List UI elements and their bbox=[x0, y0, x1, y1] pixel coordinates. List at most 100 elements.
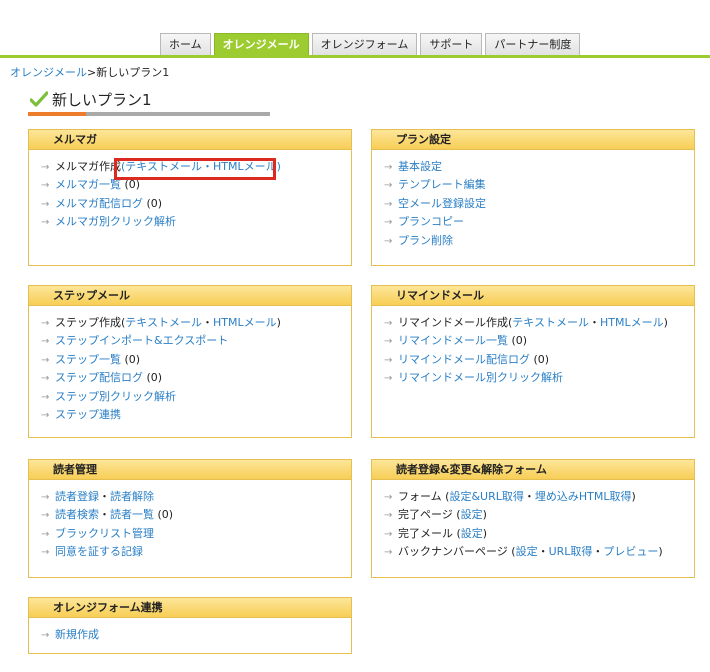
panel-title: メルマガ bbox=[29, 130, 351, 150]
merumaga-click-link[interactable]: メルマガ別クリック解析 bbox=[55, 215, 176, 228]
remind-html-mail-link[interactable]: HTMLメール bbox=[600, 316, 664, 329]
list-item: → メルマガ別クリック解析 bbox=[41, 213, 351, 231]
list-item: → ステップ作成(テキストメール・HTMLメール) bbox=[41, 314, 351, 332]
arrow-icon: → bbox=[41, 217, 50, 229]
new-create-link[interactable]: 新規作成 bbox=[55, 628, 99, 641]
step-log-link[interactable]: ステップ配信ログ bbox=[55, 371, 143, 384]
merumaga-list-link[interactable]: メルマガ一覧 bbox=[55, 178, 121, 191]
count: (0) bbox=[146, 371, 163, 385]
plan-delete-link[interactable]: プラン削除 bbox=[398, 234, 453, 247]
arrow-icon: → bbox=[384, 528, 393, 540]
tab-partner[interactable]: パートナー制度 bbox=[485, 33, 581, 55]
arrow-icon: → bbox=[384, 198, 393, 210]
remind-click-link[interactable]: リマインドメール別クリック解析 bbox=[398, 371, 563, 384]
template-edit-link[interactable]: テンプレート編集 bbox=[398, 178, 486, 191]
tab-orange-mail[interactable]: オレンジメール bbox=[213, 33, 309, 55]
count: (0) bbox=[511, 334, 528, 348]
breadcrumb: オレンジメール>新しいプラン1 bbox=[10, 64, 169, 80]
tab-home[interactable]: ホーム bbox=[160, 33, 211, 55]
breadcrumb-root-link[interactable]: オレンジメール bbox=[10, 66, 87, 79]
arrow-icon: → bbox=[384, 510, 393, 522]
step-link-link[interactable]: ステップ連携 bbox=[55, 408, 121, 421]
list-item: → フォーム (設定&URL取得・埋め込みHTML取得) bbox=[384, 488, 694, 506]
arrow-icon: → bbox=[384, 162, 393, 173]
list-item: → 完了ページ (設定) bbox=[384, 506, 694, 524]
arrow-icon: → bbox=[41, 318, 50, 329]
merumaga-log-link[interactable]: メルマガ配信ログ bbox=[55, 197, 143, 210]
separator-dot: ・ bbox=[201, 316, 213, 329]
arrow-icon: → bbox=[41, 198, 50, 210]
list-item: → 読者登録・読者解除 bbox=[41, 488, 351, 506]
remind-list-link[interactable]: リマインドメール一覧 bbox=[398, 334, 508, 347]
paren: ) bbox=[482, 526, 488, 540]
done-page-label: 完了ページ bbox=[398, 508, 453, 522]
list-item: → ブラックリスト管理 bbox=[41, 525, 351, 543]
list-item: → ステップ別クリック解析 bbox=[41, 388, 351, 406]
separator-dot: ・ bbox=[523, 490, 535, 503]
arrow-icon: → bbox=[384, 547, 393, 559]
arrow-icon: → bbox=[384, 492, 393, 503]
step-list-link[interactable]: ステップ一覧 bbox=[55, 353, 121, 366]
arrow-icon: → bbox=[41, 492, 50, 503]
step-click-link[interactable]: ステップ別クリック解析 bbox=[55, 390, 176, 403]
done-mail-settings-link[interactable]: 設定 bbox=[461, 527, 483, 540]
backnumber-preview-link[interactable]: プレビュー bbox=[603, 545, 658, 558]
list-item: → ステップインポート&エクスポート bbox=[41, 332, 351, 350]
list-item: → リマインドメール一覧 (0) bbox=[384, 332, 694, 350]
list-item: → ステップ配信ログ (0) bbox=[41, 369, 351, 387]
arrow-icon: → bbox=[41, 336, 50, 348]
backnumber-url-link[interactable]: URL取得 bbox=[549, 545, 593, 558]
panel-title: プラン設定 bbox=[372, 130, 694, 150]
done-page-settings-link[interactable]: 設定 bbox=[461, 508, 483, 521]
panel-title: ステップメール bbox=[29, 286, 351, 306]
panel-reader-management: 読者管理 → 読者登録・読者解除 → 読者検索・読者一覧 (0) → ブラックリスト管… bbox=[28, 459, 352, 578]
arrow-icon: → bbox=[41, 630, 50, 641]
tab-orange-form[interactable]: オレンジフォーム bbox=[311, 33, 418, 55]
form-embed-link[interactable]: 埋め込みHTML取得 bbox=[535, 490, 632, 503]
count: (0) bbox=[533, 352, 550, 366]
reader-cancel-link[interactable]: 読者解除 bbox=[110, 490, 154, 503]
remind-log-link[interactable]: リマインドメール配信ログ bbox=[398, 353, 530, 366]
arrow-icon: → bbox=[41, 528, 50, 540]
arrow-icon: → bbox=[384, 217, 393, 229]
list-item: → 読者検索・読者一覧 (0) bbox=[41, 506, 351, 524]
count: (0) bbox=[146, 196, 163, 210]
amp: & bbox=[471, 490, 481, 503]
consent-record-link[interactable]: 同意を証する記録 bbox=[55, 545, 143, 558]
reader-search-link[interactable]: 読者検索 bbox=[55, 508, 99, 521]
separator-dot: ・ bbox=[588, 316, 600, 329]
tab-support[interactable]: サポート bbox=[420, 33, 483, 55]
reader-register-link[interactable]: 読者登録 bbox=[55, 490, 99, 503]
paren: ) bbox=[663, 316, 668, 329]
paren: ) bbox=[482, 508, 487, 522]
panel-remind-mail: リマインドメール → リマインドメール作成(テキストメール・HTMLメール) → リ… bbox=[371, 285, 695, 438]
step-text-mail-link[interactable]: テキストメール bbox=[125, 316, 202, 329]
title-underline bbox=[28, 112, 270, 116]
reader-list-link[interactable]: 読者一覧 bbox=[110, 508, 154, 521]
step-import-export-link[interactable]: ステップインポート&エクスポート bbox=[55, 334, 228, 347]
separator-dot: ・ bbox=[99, 508, 110, 522]
form-url-link[interactable]: URL取得 bbox=[480, 490, 524, 503]
form-settings-link[interactable]: 設定 bbox=[449, 490, 471, 503]
arrow-icon: → bbox=[41, 391, 50, 403]
panel-title: 読者登録&変更&解除フォーム bbox=[372, 460, 694, 480]
plan-copy-link[interactable]: プランコピー bbox=[398, 215, 464, 228]
form-label: フォーム bbox=[398, 490, 442, 503]
separator-dot: ・ bbox=[99, 490, 110, 503]
panel-title: リマインドメール bbox=[372, 286, 694, 306]
step-html-mail-link[interactable]: HTMLメール bbox=[213, 316, 277, 329]
list-item: → 同意を証する記録 bbox=[41, 543, 351, 561]
list-item: → ステップ連携 bbox=[41, 406, 351, 424]
blacklist-link[interactable]: ブラックリスト管理 bbox=[55, 527, 154, 540]
panel-orange-form-link: オレンジフォーム連携 → 新規作成 bbox=[28, 597, 352, 654]
empty-mail-settings-link[interactable]: 空メール登録設定 bbox=[398, 197, 486, 210]
backnumber-settings-link[interactable]: 設定 bbox=[516, 545, 538, 558]
arrow-icon: → bbox=[41, 510, 50, 522]
backnumber-label: バックナンバーページ bbox=[398, 545, 508, 559]
basic-settings-link[interactable]: 基本設定 bbox=[398, 160, 442, 173]
highlight-box bbox=[114, 158, 276, 180]
check-icon bbox=[30, 91, 48, 107]
remind-text-mail-link[interactable]: テキストメール bbox=[512, 316, 589, 329]
list-item: → バックナンバーページ (設定・URL取得・プレビュー) bbox=[384, 543, 694, 561]
panel-reader-forms: 読者登録&変更&解除フォーム → フォーム (設定&URL取得・埋め込みHTML取… bbox=[371, 459, 695, 578]
